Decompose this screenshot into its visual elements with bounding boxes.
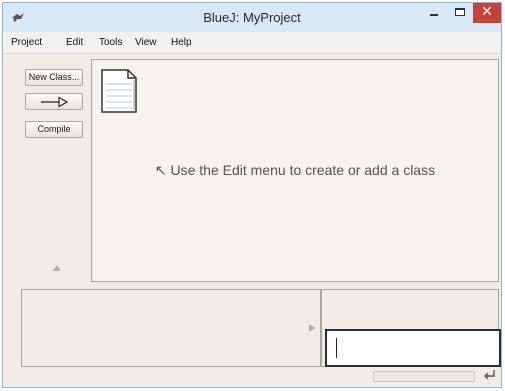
menu-project[interactable]: Project xyxy=(11,37,42,48)
title-bar[interactable]: BlueJ: MyProject ✕ xyxy=(3,3,501,32)
menu-edit[interactable]: Edit xyxy=(66,37,83,48)
empty-project-hint: ↖ Use the Edit menu to create or add a c… xyxy=(154,162,436,178)
return-arrow-icon[interactable] xyxy=(481,367,497,383)
close-icon: ✕ xyxy=(481,4,493,20)
new-class-button[interactable]: New Class... xyxy=(25,69,83,86)
bluej-window: BlueJ: MyProject ✕ Project Edit Tools Vi… xyxy=(2,2,502,388)
object-bench[interactable] xyxy=(21,289,321,367)
inheritance-arrow-button[interactable] xyxy=(25,93,83,110)
status-progress-bar xyxy=(373,371,475,382)
menu-tools[interactable]: Tools xyxy=(99,37,122,48)
text-caret xyxy=(336,338,337,358)
document-icon[interactable] xyxy=(100,68,138,114)
maximize-button[interactable] xyxy=(448,3,473,23)
maximize-icon xyxy=(455,8,465,16)
codepad-input[interactable] xyxy=(325,329,501,367)
close-button[interactable]: ✕ xyxy=(473,3,501,23)
menu-help[interactable]: Help xyxy=(171,37,192,48)
main-area: New Class... Compile ↖ Use the Edit menu… xyxy=(3,54,501,387)
menu-view[interactable]: View xyxy=(135,37,157,48)
minimize-icon xyxy=(430,14,438,16)
class-diagram-area[interactable]: ↖ Use the Edit menu to create or add a c… xyxy=(91,59,499,282)
right-arrow-icon[interactable] xyxy=(309,324,315,332)
tool-panel: New Class... Compile xyxy=(3,54,89,282)
minimize-button[interactable] xyxy=(421,3,447,23)
menu-bar: Project Edit Tools View Help xyxy=(3,32,501,54)
up-arrow-icon[interactable] xyxy=(53,265,61,271)
inheritance-arrow-icon xyxy=(41,96,69,108)
compile-button[interactable]: Compile xyxy=(25,121,83,138)
